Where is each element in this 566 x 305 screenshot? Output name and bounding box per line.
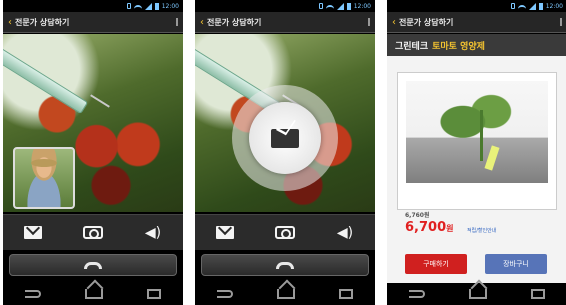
system-nav-bar [3, 283, 183, 305]
back-chevron-icon[interactable]: ‹ [8, 17, 12, 28]
speaker-button[interactable]: ◀) [331, 221, 359, 245]
status-time: 12:00 [161, 2, 179, 10]
plant-tag-image [484, 145, 500, 171]
app-header: ‹ 전문가 상담하기 [387, 12, 566, 33]
end-call-button[interactable] [201, 254, 369, 276]
message-button[interactable] [19, 221, 47, 245]
call-controls: ◀) [3, 214, 183, 250]
sale-price-value: 6,700 [405, 220, 447, 235]
phone-screen-message-overlay: 12:00 ‹ 전문가 상담하기 ◀) [195, 0, 375, 305]
back-chevron-icon[interactable]: ‹ [200, 17, 204, 28]
menu-icon[interactable] [556, 18, 562, 26]
page-title: 전문가 상담하기 [399, 17, 454, 27]
self-view-thumbnail[interactable] [13, 147, 75, 209]
product-name: 토마토 영양제 [432, 41, 485, 52]
hat-image [31, 159, 57, 167]
battery-icon [346, 2, 351, 10]
phone-screen-video-call: 12:00 ‹ 전문가 상담하기 ◀) [3, 0, 183, 305]
signal-icon [144, 2, 152, 10]
product-image-card[interactable] [397, 72, 557, 210]
wifi-icon [133, 5, 142, 9]
product-photo [406, 81, 548, 183]
syringe-image [3, 44, 89, 115]
switch-camera-button[interactable] [79, 221, 107, 245]
wifi-icon [517, 5, 526, 9]
battery-icon [538, 2, 543, 10]
back-nav-icon[interactable] [409, 290, 425, 298]
page-title: 전문가 상담하기 [15, 17, 70, 27]
battery-icon [154, 2, 159, 10]
system-nav-bar [387, 283, 566, 305]
camera-switch-icon [275, 226, 295, 239]
hang-up-icon [276, 261, 294, 269]
needle-image [90, 94, 110, 108]
call-controls: ◀) [195, 214, 375, 250]
recents-nav-icon[interactable] [339, 289, 353, 299]
sale-price: 6,700원 [405, 220, 454, 235]
home-nav-icon[interactable] [469, 289, 487, 299]
recents-nav-icon[interactable] [531, 289, 545, 299]
speaker-button[interactable]: ◀) [139, 221, 167, 245]
camera-switch-icon [83, 226, 103, 239]
message-overlay-button[interactable] [249, 102, 321, 174]
message-button[interactable] [211, 221, 239, 245]
envelope-icon [271, 128, 299, 148]
status-time: 12:00 [353, 2, 371, 10]
status-bar: 12:00 [3, 0, 183, 12]
end-call-button[interactable] [9, 254, 177, 276]
buy-button[interactable]: 구매하기 [405, 254, 467, 274]
envelope-icon [24, 226, 42, 239]
phone-screen-product: 12:00 ‹ 전문가 상담하기 그린테크 토마토 영양제 6,760원 6,7… [387, 0, 566, 305]
speaker-icon: ◀) [144, 224, 162, 241]
home-nav-icon[interactable] [85, 289, 103, 299]
app-header: ‹ 전문가 상담하기 [195, 12, 375, 33]
home-nav-icon[interactable] [277, 289, 295, 299]
status-bar: 12:00 [387, 0, 566, 12]
system-nav-bar [195, 283, 375, 305]
switch-camera-button[interactable] [271, 221, 299, 245]
signal-icon [336, 2, 344, 10]
back-nav-icon[interactable] [217, 290, 233, 298]
menu-icon[interactable] [172, 18, 178, 26]
back-chevron-icon[interactable]: ‹ [392, 17, 396, 28]
back-nav-icon[interactable] [25, 290, 41, 298]
page-title: 전문가 상담하기 [207, 17, 262, 27]
envelope-icon [216, 226, 234, 239]
original-price: 6,760원 [405, 212, 430, 219]
vibrate-icon [510, 3, 515, 9]
product-brand: 그린테크 [395, 41, 429, 52]
sale-price-unit: 원 [446, 224, 454, 233]
app-header: ‹ 전문가 상담하기 [3, 12, 183, 33]
add-to-cart-button[interactable]: 장바구니 [485, 254, 547, 274]
signal-icon [528, 2, 536, 10]
status-bar: 12:00 [195, 0, 375, 12]
price-info-link[interactable]: 적립/할인안내 [467, 227, 496, 234]
plant-stem-image [479, 109, 483, 161]
vibrate-icon [318, 3, 323, 9]
vibrate-icon [126, 3, 131, 9]
status-time: 12:00 [545, 2, 563, 10]
speaker-icon: ◀) [336, 224, 354, 241]
hang-up-icon [84, 261, 102, 269]
wifi-icon [325, 5, 334, 9]
message-overlay[interactable] [232, 85, 338, 191]
menu-icon[interactable] [364, 18, 370, 26]
recents-nav-icon[interactable] [147, 289, 161, 299]
product-title: 그린테크 토마토 영양제 [387, 34, 566, 56]
